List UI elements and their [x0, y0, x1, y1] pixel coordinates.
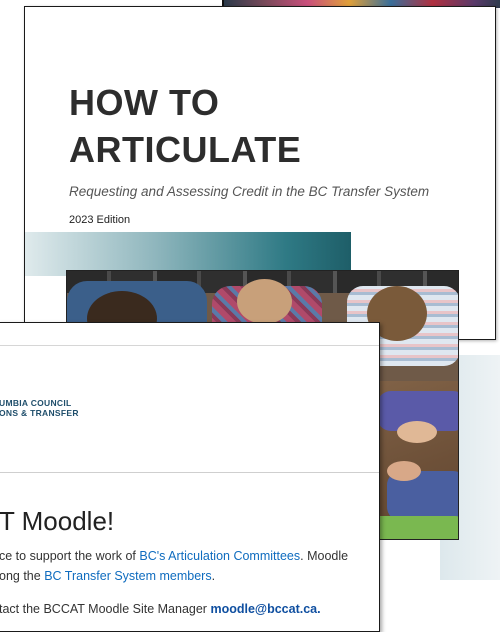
intro-text-3: ong the [0, 569, 45, 583]
contact-text: tact the BCCAT Moodle Site Manager [0, 602, 211, 616]
contact-email-link[interactable]: moodle@bccat.ca [210, 602, 317, 616]
document-title: HOW TO ARTICULATE [69, 82, 302, 170]
intro-line-2: ong the BC Transfer System members. [0, 569, 215, 583]
contact-line: tact the BCCAT Moodle Site Manager moodl… [0, 602, 321, 616]
photo-head-2 [237, 279, 292, 324]
contact-end: . [317, 602, 321, 616]
logo-line-1: UMBIA COUNCIL [0, 398, 72, 408]
intro-text-2: . Moodle [300, 549, 349, 563]
articulation-committees-link[interactable]: BC's Articulation Committees [139, 549, 300, 563]
document-edition: 2023 Edition [69, 214, 131, 226]
document-subtitle: Requesting and Assessing Credit in the B… [69, 184, 430, 199]
intro-line-1: ce to support the work of BC's Articulat… [0, 549, 348, 563]
bccat-logo[interactable]: UMBIA COUNCIL ONS & TRANSFER [0, 398, 79, 418]
intro-text-4: . [211, 569, 216, 583]
logo-line-2: ONS & TRANSFER [0, 408, 79, 418]
section-divider [0, 472, 379, 473]
photo-hand-2 [387, 461, 421, 481]
moodle-window: UMBIA COUNCIL ONS & TRANSFER T Moodle! c… [0, 322, 380, 632]
photo-hand-1 [397, 421, 437, 443]
welcome-heading: T Moodle! [0, 506, 115, 536]
photo-arm-3 [367, 516, 458, 539]
bc-transfer-system-link[interactable]: BC Transfer System members [44, 569, 211, 583]
intro-text-1: ce to support the work of [0, 549, 140, 563]
header-divider [0, 345, 379, 346]
